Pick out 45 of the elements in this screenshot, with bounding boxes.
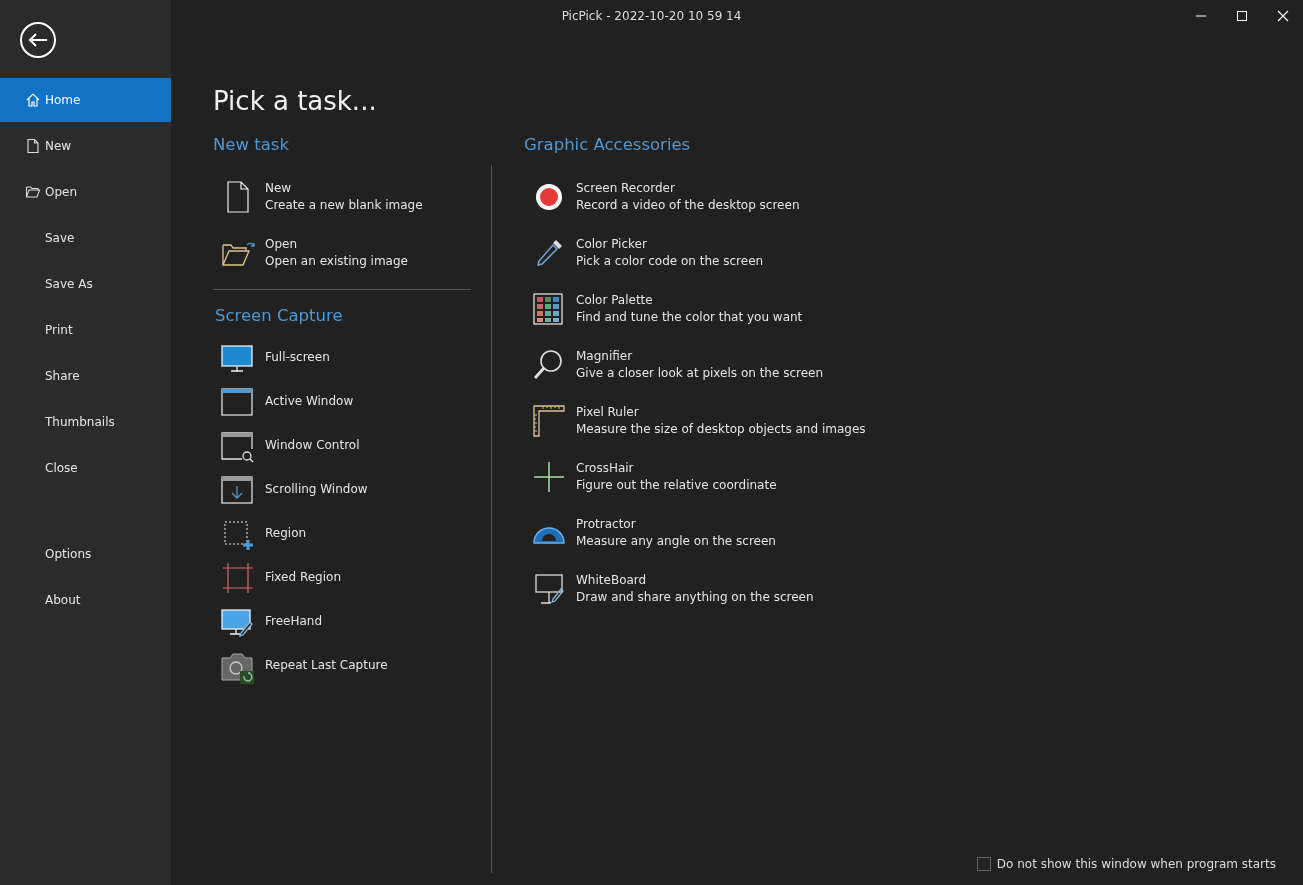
- folder-icon: [25, 184, 41, 200]
- sidebar-item[interactable]: Home: [0, 78, 171, 122]
- task-item[interactable]: Pixel Ruler Measure the size of desktop objects and images: [524, 393, 872, 449]
- sidebar-item[interactable]: New: [0, 124, 171, 168]
- task-item[interactable]: New Create a new blank image: [213, 169, 491, 225]
- document-icon: [25, 138, 41, 154]
- section-heading: Screen Capture: [215, 306, 344, 326]
- task-item[interactable]: CrossHair Figure out the relative coordinate: [524, 449, 872, 505]
- task-item[interactable]: Magnifier Give a closer look at pixels on the screen: [524, 337, 872, 393]
- task-item[interactable]: Full-screen: [213, 335, 491, 380]
- home-icon: [25, 92, 41, 108]
- task-item[interactable]: Color Picker Pick a color code on the screen: [524, 225, 872, 281]
- close-icon: [1276, 10, 1289, 22]
- sidebar-item[interactable]: About: [0, 578, 171, 622]
- sidebar-item[interactable]: Open: [0, 170, 171, 214]
- task-item[interactable]: Protractor Measure any angle on the screen: [524, 505, 872, 561]
- task-item[interactable]: Screen Recorder Record a video of the desktop screen: [524, 169, 872, 225]
- section-heading: New task: [213, 135, 290, 155]
- sidebar-item[interactable]: Thumbnails: [0, 400, 171, 444]
- section-heading: Graphic Accessories: [524, 135, 692, 155]
- task-item[interactable]: Fixed Region: [213, 555, 491, 600]
- back-button[interactable]: [20, 22, 56, 58]
- sidebar-item[interactable]: Save: [0, 216, 171, 260]
- task-item[interactable]: Open Open an existing image: [213, 225, 491, 281]
- task-item[interactable]: Active Window: [213, 379, 491, 424]
- maximize-icon: [1235, 10, 1248, 22]
- page-heading: Pick a task...: [213, 86, 378, 118]
- task-item[interactable]: WhiteBoard Draw and share anything on the screen: [524, 561, 872, 617]
- sidebar-item[interactable]: Close: [0, 446, 171, 490]
- back-arrow-icon: [27, 32, 49, 48]
- window-title: PicPick - 2022-10-20 10 59 14: [561, 8, 742, 25]
- task-item[interactable]: FreeHand: [213, 599, 491, 644]
- sidebar-item[interactable]: Save As: [0, 262, 171, 306]
- task-item[interactable]: Window Control: [213, 423, 491, 468]
- ruler-icon: [531, 403, 567, 439]
- task-item[interactable]: Color Palette Find and tune the color that you want: [524, 281, 872, 337]
- sidebar-item[interactable]: Share: [0, 354, 171, 398]
- checkbox[interactable]: [976, 857, 991, 871]
- task-item[interactable]: Repeat Last Capture: [213, 643, 491, 688]
- sidebar-item[interactable]: Options: [0, 532, 171, 576]
- crosshair-icon: [531, 459, 567, 495]
- sidebar-item[interactable]: Print: [0, 308, 171, 352]
- task-item[interactable]: Region: [213, 511, 491, 556]
- task-item[interactable]: Scrolling Window: [213, 467, 491, 512]
- checkbox-label: Do not show this window when program starts: [996, 856, 1276, 873]
